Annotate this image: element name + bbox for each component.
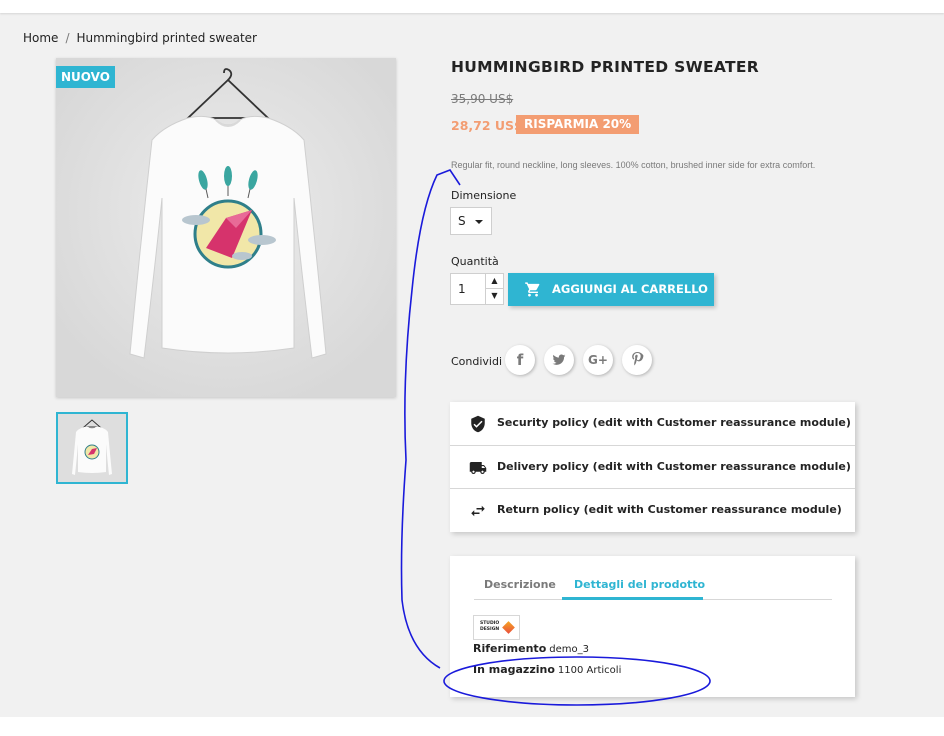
footer-bar [0,717,944,736]
size-select-value: S [458,214,466,228]
facebook-icon[interactable]: f [505,345,535,375]
product-short-description: Regular fit, round neckline, long sleeve… [451,160,816,170]
tab-description[interactable]: Descrizione [484,578,556,591]
google-plus-icon[interactable]: G+ [583,345,613,375]
new-badge: NUOVO [56,66,115,88]
tab-product-details[interactable]: Dettagli del prodotto [574,578,705,591]
breadcrumb-home-link[interactable]: Home [23,31,58,45]
add-to-cart-label: AGGIUNGI AL CARRELLO [552,282,708,296]
quantity-spinner: ▲ ▼ [485,274,503,304]
shopping-cart-icon [525,282,540,297]
quantity-input[interactable]: 1 [458,282,466,296]
google-plus-glyph: G+ [588,353,608,367]
stock-label: In magazzino [473,663,555,676]
reassurance-item-return: Return policy (edit with Customer reassu… [450,488,855,531]
product-thumbnail[interactable] [56,412,128,484]
reassurance-delivery-text: Delivery policy (edit with Customer reas… [497,460,851,473]
sweater-image [56,58,396,397]
stock-value: 1100 Articoli [557,665,622,676]
active-tab-indicator [562,597,703,600]
pinterest-p-icon [631,352,643,366]
share-label: Condividi [451,355,503,368]
quantity-increase-button[interactable]: ▲ [486,274,503,289]
reference-value: demo_3 [549,644,589,655]
brand-logo[interactable]: STUDIO DESIGN [473,615,520,640]
regular-price: 35,90 US$ [451,92,514,106]
reference-label: Riferimento [473,642,547,655]
current-price: 28,72 US$ [451,118,523,133]
size-select[interactable]: S [450,207,492,235]
facebook-glyph: f [516,351,524,369]
discount-badge: RISPARMIA 20% [516,115,640,134]
reassurance-security-text: Security policy (edit with Customer reas… [497,416,851,429]
size-label: Dimensione [451,189,517,202]
quantity-decrease-button[interactable]: ▼ [486,289,503,304]
product-title: HUMMINGBIRD PRINTED SWEATER [451,58,759,76]
reassurance-item-delivery: Delivery policy (edit with Customer reas… [450,445,855,488]
twitter-icon[interactable] [544,345,574,375]
breadcrumb-current: Hummingbird printed sweater [76,31,257,45]
breadcrumb: Home / Hummingbird printed sweater [23,31,257,45]
header-bar [0,0,944,13]
reassurance-block: Security policy (edit with Customer reas… [450,402,855,532]
sweater-thumbnail-image [58,414,126,482]
quantity-stepper[interactable]: 1 ▲ ▼ [450,273,504,305]
truck-icon [469,462,487,474]
pinterest-icon[interactable] [622,345,652,375]
reference-row: Riferimento demo_3 [473,642,589,655]
reassurance-return-text: Return policy (edit with Customer reassu… [497,503,842,516]
shield-icon [471,415,485,433]
product-tabs: Descrizione Dettagli del prodotto STUDIO… [450,556,855,697]
reassurance-item-security: Security policy (edit with Customer reas… [450,402,855,445]
chevron-down-icon [475,220,483,224]
quantity-label: Quantità [451,255,499,268]
breadcrumb-separator: / [65,31,70,45]
swap-arrows-icon [471,505,485,517]
add-to-cart-button[interactable]: AGGIUNGI AL CARRELLO [508,273,714,306]
stock-row: In magazzino 1100 Articoli [473,663,621,676]
twitter-bird-icon [552,354,566,365]
product-cover-image[interactable]: NUOVO [56,58,396,397]
